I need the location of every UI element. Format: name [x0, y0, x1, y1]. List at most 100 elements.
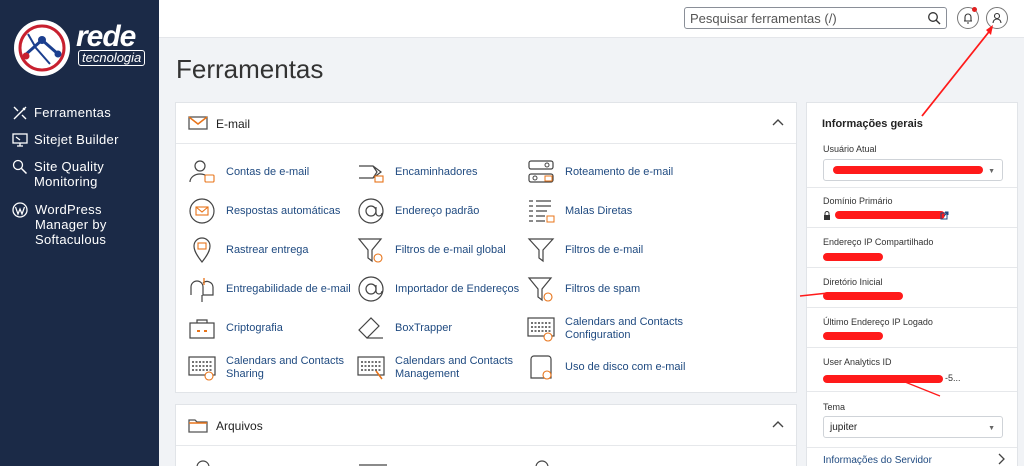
- top-bar: [159, 0, 1024, 38]
- tool-label: Rastrear entrega: [226, 244, 309, 256]
- tool-label: Endereço padrão: [395, 205, 480, 217]
- shared-ip-section: Endereço IP Compartilhado: [807, 227, 1017, 267]
- tool-label: Importador de Endereços: [395, 283, 520, 295]
- tool-global-filters[interactable]: Filtros de e-mail global: [357, 236, 527, 268]
- tool-email-routing[interactable]: Roteamento de e-mail: [527, 158, 697, 190]
- calendar-management-icon: [357, 356, 385, 380]
- file-manager-icon: [196, 460, 210, 466]
- tool-label: Contas de e-mail: [226, 166, 310, 178]
- mailing-lists-icon: [529, 200, 555, 223]
- tool-label: Filtros de spam: [565, 283, 641, 295]
- lock-icon: [824, 211, 830, 220]
- user-icon: [992, 12, 1002, 24]
- current-user-label: Usuário Atual: [823, 144, 877, 154]
- search-box[interactable]: [684, 7, 947, 29]
- sidebar-item-label: Site Quality Monitoring: [34, 159, 105, 189]
- general-info-panel: Informações gerais Usuário Atual ▼ Domín…: [806, 102, 1018, 466]
- files-section: Arquivos: [175, 404, 797, 466]
- user-menu-button[interactable]: [986, 7, 1008, 29]
- sidebar-item-site-quality[interactable]: Site Quality Monitoring: [0, 159, 159, 189]
- tool-track-delivery[interactable]: Rastrear entrega: [188, 236, 358, 268]
- global-filter-icon: [357, 238, 383, 263]
- sidebar-item-sitejet[interactable]: Sitejet Builder: [0, 132, 125, 147]
- email-section-header[interactable]: E-mail: [176, 103, 796, 144]
- redaction-mark: [823, 292, 903, 300]
- sidebar: rede tecnologia Ferramentas Sitejet Buil…: [0, 0, 159, 466]
- tool-autoresponders[interactable]: Respostas automáticas: [188, 197, 358, 229]
- search-icon[interactable]: [927, 11, 941, 25]
- tool-email-accounts[interactable]: Contas de e-mail: [188, 158, 358, 190]
- email-accounts-icon: [189, 160, 215, 183]
- primary-domain-section: Domínio Primário: [807, 187, 1017, 225]
- brand-tagline: tecnologia: [78, 50, 146, 66]
- tool-spam-filters[interactable]: Filtros de spam: [527, 275, 697, 307]
- folder-icon: [188, 419, 208, 433]
- theme-select[interactable]: jupiter ▼: [823, 416, 1003, 438]
- shared-ip-label: Endereço IP Compartilhado: [823, 237, 934, 247]
- encryption-icon: [189, 319, 215, 339]
- theme-section: Tema jupiter ▼: [807, 391, 1017, 447]
- home-dir-label: Diretório Inicial: [823, 277, 883, 287]
- files-section-header[interactable]: Arquivos: [176, 405, 796, 446]
- redaction-mark: [823, 253, 883, 261]
- sidebar-item-ferramentas[interactable]: Ferramentas: [0, 105, 117, 120]
- theme-select-value: jupiter: [830, 422, 858, 433]
- chevron-up-icon[interactable]: [772, 420, 784, 428]
- tool-label: Malas Diretas: [565, 205, 633, 217]
- search-input[interactable]: [690, 10, 920, 26]
- magnifier-icon: [12, 159, 28, 175]
- tool-label: Filtros de e-mail: [565, 244, 644, 256]
- tool-label: Uso de disco com e-mail: [565, 361, 686, 373]
- redaction-mark: [823, 332, 883, 340]
- tool-label: Respostas automáticas: [226, 205, 341, 217]
- notification-badge: [972, 7, 977, 12]
- monitor-icon: [12, 133, 28, 147]
- sidebar-item-label: Ferramentas: [34, 105, 111, 120]
- tool-boxtrapper[interactable]: BoxTrapper: [357, 314, 527, 346]
- external-link-icon[interactable]: [940, 211, 949, 220]
- last-ip-label: Último Endereço IP Logado: [823, 317, 933, 327]
- redaction-mark: [823, 375, 943, 383]
- forwarders-icon: [359, 165, 384, 183]
- default-address-icon: [358, 198, 384, 224]
- sidebar-item-wordpress[interactable]: WordPress Manager by Softaculous: [0, 202, 156, 247]
- tool-encryption[interactable]: Criptografia: [188, 314, 358, 346]
- sidebar-item-label: WordPress Manager by Softaculous: [35, 202, 107, 247]
- tool-forwarders[interactable]: Encaminhadores: [357, 158, 527, 190]
- primary-domain-label: Domínio Primário: [823, 196, 893, 206]
- tool-calendar-management[interactable]: Calendars and Contacts Management: [357, 353, 527, 385]
- tool-label: Filtros de e-mail global: [395, 244, 506, 256]
- tool-deliverability[interactable]: Entregabilidade de e-mail: [188, 275, 358, 307]
- redaction-mark: [833, 166, 983, 174]
- tool-email-filters[interactable]: Filtros de e-mail: [527, 236, 697, 268]
- autoresponder-icon: [189, 198, 215, 224]
- disk-usage-icon: [530, 355, 552, 380]
- chevron-up-icon[interactable]: [772, 118, 784, 126]
- brand-name: rede: [76, 20, 136, 53]
- address-importer-icon: [358, 276, 384, 302]
- tool-calendar-config[interactable]: Calendars and Contacts Configuration: [527, 314, 697, 346]
- section-title: E-mail: [216, 117, 251, 131]
- server-info-link[interactable]: Informações do Servidor: [823, 455, 932, 466]
- tool-calendar-sharing[interactable]: Calendars and Contacts Sharing: [188, 353, 358, 385]
- spam-filter-icon: [527, 277, 553, 302]
- info-title: Informações gerais: [822, 118, 923, 130]
- brand-logo[interactable]: rede tecnologia: [12, 16, 146, 76]
- sidebar-item-label: Sitejet Builder: [34, 132, 119, 147]
- analytics-value-suffix: -5...: [945, 373, 961, 383]
- redaction-mark: [835, 211, 945, 219]
- directory-privacy-icon: [535, 460, 549, 466]
- tool-address-importer[interactable]: Importador de Endereços: [357, 275, 527, 307]
- tool-default-address[interactable]: Endereço padrão: [357, 197, 527, 229]
- envelope-icon: [188, 116, 208, 130]
- tool-label: Encaminhadores: [395, 166, 478, 178]
- section-title: Arquivos: [216, 419, 263, 433]
- analytics-label: User Analytics ID: [823, 357, 892, 367]
- page-title: Ferramentas: [176, 54, 324, 84]
- home-dir-section: Diretório Inicial: [807, 267, 1017, 307]
- tool-mailing-lists[interactable]: Malas Diretas: [527, 197, 697, 229]
- deliverability-icon: [190, 278, 214, 302]
- tool-label: Roteamento de e-mail: [565, 166, 674, 178]
- chevron-right-icon[interactable]: [997, 453, 1005, 465]
- tool-disk-usage[interactable]: Uso de disco com e-mail: [527, 353, 697, 385]
